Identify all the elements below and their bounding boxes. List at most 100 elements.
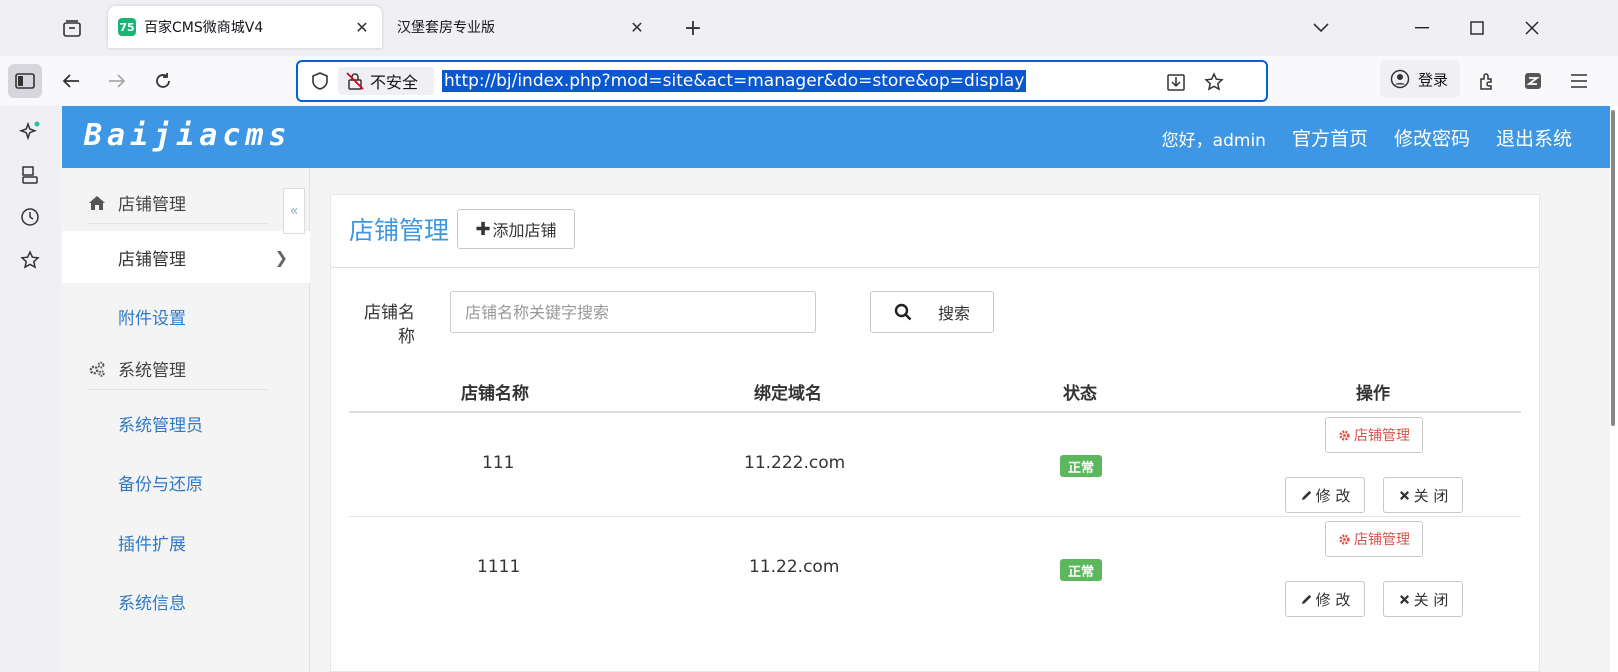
column-header-store-name: 店铺名称 [461,384,529,404]
url-text[interactable]: http://bj/index.php?mod=site&act=manager… [442,70,1027,92]
minimize-icon[interactable] [1406,12,1438,44]
store-name-filter-label: 店铺名称 [364,303,415,347]
menu-item-label: 备份与还原 [118,474,203,495]
header-links: 您好，admin 官方首页 修改密码 退出系统 [1162,124,1572,151]
left-menu: 店铺管理 店铺管理 ❯ 附件设置 系统管理 系统管理员 备份与还原 插件扩展 系… [62,168,310,672]
back-arrow-icon[interactable] [54,64,88,98]
menu-item-label: 系统管理员 [118,415,203,436]
column-header-actions: 操作 [1356,384,1390,404]
store-manage-label: 店铺管理 [1354,428,1410,444]
content-header: 店铺管理 ✚ 添加店铺 [349,209,576,249]
maximize-icon[interactable] [1461,12,1493,44]
tab-baijiacms[interactable]: 75 百家CMS微商城V4 ✕ [108,6,382,48]
close-label: 关 闭 [1413,486,1449,505]
pencil-icon [1301,594,1311,604]
menu-item-label: 插件扩展 [118,534,186,555]
store-manage-button[interactable]: 店铺管理 [1325,521,1423,557]
baijiacms-logo[interactable]: Baijiacms [84,118,292,153]
store-name-cell: 1111 [477,557,521,577]
menu-item-label: 店铺管理 [118,249,186,270]
menu-item-plugins[interactable]: 插件扩展 [62,516,310,568]
new-tab-icon[interactable]: + [681,16,705,41]
synced-devices-icon[interactable] [18,163,42,187]
menu-item-backup-restore[interactable]: 备份与还原 [62,456,310,508]
domain-cell: 11.222.com [744,453,846,473]
menu-item-label: 附件设置 [118,308,186,329]
history-clock-icon[interactable] [18,205,42,229]
search-button[interactable]: 搜索 [870,291,994,333]
tab-overview-icon[interactable] [57,14,87,44]
page-scrollbar-thumb[interactable] [1611,110,1615,426]
browser-sidebar-rail [0,106,60,672]
close-x-icon [1399,490,1409,500]
hamburger-menu-icon[interactable] [1562,64,1596,98]
sidebar-toggle-icon[interactable] [8,64,42,98]
menu-item-system-info[interactable]: 系统信息 [62,575,310,627]
search-icon [894,303,912,321]
close-tab-icon[interactable]: ✕ [625,15,649,39]
download-page-icon[interactable] [1164,70,1188,94]
bookmark-star-icon[interactable] [1202,70,1226,94]
account-avatar-icon [1390,69,1410,89]
menu-group-store: 店铺管理 [88,182,268,224]
insecure-lock-icon [346,72,364,90]
web-page: Baijiacms 您好，admin 官方首页 修改密码 退出系统 店铺管理 店… [62,106,1610,672]
edit-button[interactable]: 修 改 [1285,477,1365,513]
edit-label: 修 改 [1315,590,1351,609]
logout-link[interactable]: 退出系统 [1496,124,1572,151]
app-header: Baijiacms 您好，admin 官方首页 修改密码 退出系统 [62,106,1610,168]
close-tab-icon[interactable]: ✕ [350,15,374,39]
status-badge: 正常 [1060,559,1102,581]
login-label: 登录 [1418,70,1449,89]
forward-arrow-icon[interactable] [100,64,134,98]
tab-list-chevron-icon[interactable] [1305,12,1337,44]
account-login-button[interactable]: 登录 [1380,60,1460,98]
close-store-button[interactable]: 关 闭 [1383,477,1463,513]
table-row: 1111 11.22.com 正常 店铺管理 修 改 关 闭 [349,517,1521,621]
bookmarks-star-icon[interactable] [18,248,42,272]
menu-item-store-management[interactable]: 店铺管理 ❯ [62,231,310,283]
header-divider [331,267,1539,268]
close-window-icon[interactable] [1516,12,1548,44]
store-table: 店铺名称 绑定域名 状态 操作 111 11.222.com 正常 店铺管理 修… [349,373,1521,621]
tracking-shield-icon[interactable] [310,71,330,91]
store-name-search-input[interactable] [450,291,816,333]
menu-group-label: 店铺管理 [118,195,186,215]
ai-sparkle-icon[interactable] [18,120,42,144]
edit-label: 修 改 [1315,486,1351,505]
plus-icon: ✚ [475,218,491,240]
address-bar[interactable]: 不安全 http://bj/index.php?mod=site&act=man… [296,60,1268,102]
search-label: 搜索 [937,304,970,323]
tab-title: 汉堡套房专业版 [397,20,495,36]
pencil-icon [1301,490,1311,500]
extensions-icon[interactable] [1470,64,1504,98]
reload-icon[interactable] [146,64,180,98]
cog-icon [1339,429,1350,441]
close-store-button[interactable]: 关 闭 [1383,581,1463,617]
browser-nav-bar: 不安全 http://bj/index.php?mod=site&act=man… [0,56,1618,106]
menu-item-label: 系统信息 [118,593,186,614]
store-name-cell: 111 [482,453,515,473]
edit-button[interactable]: 修 改 [1285,581,1365,617]
table-row: 111 11.222.com 正常 店铺管理 修 改 关 闭 [349,413,1521,517]
add-store-button[interactable]: ✚ 添加店铺 [457,209,576,249]
column-header-domain: 绑定域名 [754,384,822,404]
change-password-link[interactable]: 修改密码 [1394,124,1470,151]
site-security-indicator[interactable]: 不安全 [338,67,434,95]
status-badge: 正常 [1060,455,1102,477]
store-manage-label: 店铺管理 [1354,532,1410,548]
tab-hamburger-suite[interactable]: 汉堡套房专业版 ✕ [387,6,657,48]
site-favicon-icon: 75 [118,18,136,36]
page-title: 店铺管理 [349,216,450,245]
menu-item-system-admins[interactable]: 系统管理员 [62,397,310,449]
browser-tab-bar: 75 百家CMS微商城V4 ✕ 汉堡套房专业版 ✕ + [0,0,1618,56]
official-home-link[interactable]: 官方首页 [1292,124,1368,151]
collapse-menu-icon[interactable]: « [283,188,305,234]
store-manage-button[interactable]: 店铺管理 [1325,417,1423,453]
tab-title: 百家CMS微商城V4 [144,20,264,36]
user-greeting: 您好，admin [1161,131,1266,151]
menu-item-attachment-settings[interactable]: 附件设置 [62,290,310,342]
zotero-extension-icon[interactable] [1516,64,1550,98]
gears-icon [89,361,105,377]
close-label: 关 闭 [1413,590,1449,609]
